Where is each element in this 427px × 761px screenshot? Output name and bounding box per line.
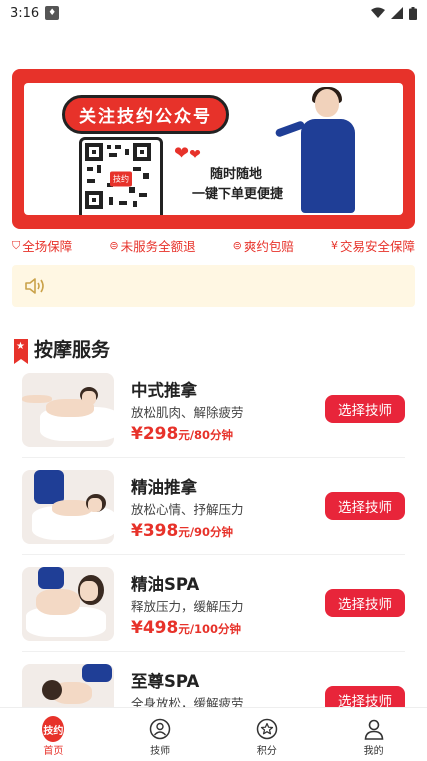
hearts-icon: ❤❤ [174,143,201,164]
service-name: 精油SPA [131,575,200,594]
price-amount: ¥398 [131,521,179,541]
slogan-line-1: 随时随地 [210,167,263,182]
tab-label: 我的 [363,746,384,757]
drop-icon: ♦ [45,6,60,20]
service-price: ¥298 元/80分钟 [131,424,233,444]
shield-icon: ⛉ [12,238,21,252]
guarantee-label: 交易安全保障 [339,239,415,254]
qr-center-label: 技约 [110,171,132,187]
guarantee-label: 未服务全额退 [120,239,196,254]
service-desc: 放松心情、抒解压力 [131,502,244,517]
service-photo [22,470,114,544]
price-amount: ¥298 [131,424,179,444]
select-technician-button[interactable]: 选择技师 [325,492,405,520]
price-unit: 元/90分钟 [178,525,234,539]
bookmark-star-icon: ★ [14,338,28,364]
service-price: ¥398 元/90分钟 [131,521,233,541]
promo-banner[interactable]: 关注技约公众号 技约 ❤❤ 随时随地 一键下单更便捷 [12,69,415,229]
price-unit: 元/100分钟 [178,622,242,636]
service-photo [22,373,114,447]
service-card[interactable]: 精油SPA 释放压力，缓解压力 ¥498 元/100分钟 选择技师 [22,567,405,657]
guarantee-item: ¥ 交易安全保障 [331,236,415,255]
tab-label: 首页 [43,746,64,757]
banner-title: 关注技约公众号 [62,95,229,134]
guarantee-item: ⊜ 未服务全额退 [109,236,195,255]
service-card[interactable]: 中式推拿 放松肌肉、解除疲劳 ¥298 元/80分钟 选择技师 [22,373,405,463]
slogan-line-2: 一键下单更便捷 [192,187,284,202]
points-star-icon [256,718,278,740]
section-header: ★ 按摩服务 [14,335,111,364]
tab-label: 技师 [150,746,171,757]
tab-points[interactable]: 积分 [214,708,321,761]
select-technician-button[interactable]: 选择技师 [325,589,405,617]
refund-icon: ⊜ [232,239,242,252]
select-technician-button[interactable]: 选择技师 [325,395,405,423]
service-name: 精油推拿 [131,478,197,497]
battery-icon [409,6,417,20]
section-title: 按摩服务 [34,339,111,361]
qr-code: 技约 [79,137,163,215]
service-name: 中式推拿 [131,381,197,400]
home-icon: 技约 [42,716,65,742]
agent-illustration [274,87,373,213]
status-time: 3:16 [10,5,40,21]
wifi-icon [371,7,385,18]
status-bar: 3:16 ♦ [0,0,427,26]
banner-inner: 关注技约公众号 技约 ❤❤ 随时随地 一键下单更便捷 [24,83,403,215]
guarantee-item: ⛉ 全场保障 [12,236,72,255]
speaker-icon [25,278,44,294]
service-name: 至尊SPA [131,672,200,691]
guarantee-label: 爽约包赔 [243,239,294,254]
price-unit: 元/80分钟 [178,428,234,442]
profile-icon [364,719,383,740]
status-icons [371,6,417,20]
technician-icon [149,718,171,740]
guarantee-label: 全场保障 [22,239,73,254]
service-desc: 放松肌肉、解除疲劳 [131,405,244,420]
service-card[interactable]: 精油推拿 放松心情、抒解压力 ¥398 元/90分钟 选择技师 [22,470,405,560]
tab-profile[interactable]: 我的 [320,708,427,761]
tab-technician[interactable]: 技师 [107,708,214,761]
bottom-tab-bar: 技约 首页 技师 积分 我的 [0,707,427,761]
refund-icon: ⊜ [109,239,119,252]
yen-icon: ¥ [330,239,338,252]
banner-slogan: 随时随地 一键下单更便捷 [192,165,283,205]
notice-bar[interactable] [12,265,415,307]
guarantee-row: ⛉ 全场保障 ⊜ 未服务全额退 ⊜ 爽约包赔 ¥ 交易安全保障 [12,236,415,255]
divider [22,554,405,555]
service-desc: 释放压力，缓解压力 [131,599,244,614]
price-amount: ¥498 [131,618,179,638]
signal-icon [391,7,403,19]
divider [22,457,405,458]
divider [22,651,405,652]
tab-home[interactable]: 技约 首页 [0,708,107,761]
service-price: ¥498 元/100分钟 [131,618,241,638]
tab-label: 积分 [256,746,277,757]
service-photo [22,567,114,641]
guarantee-item: ⊜ 爽约包赔 [233,236,294,255]
